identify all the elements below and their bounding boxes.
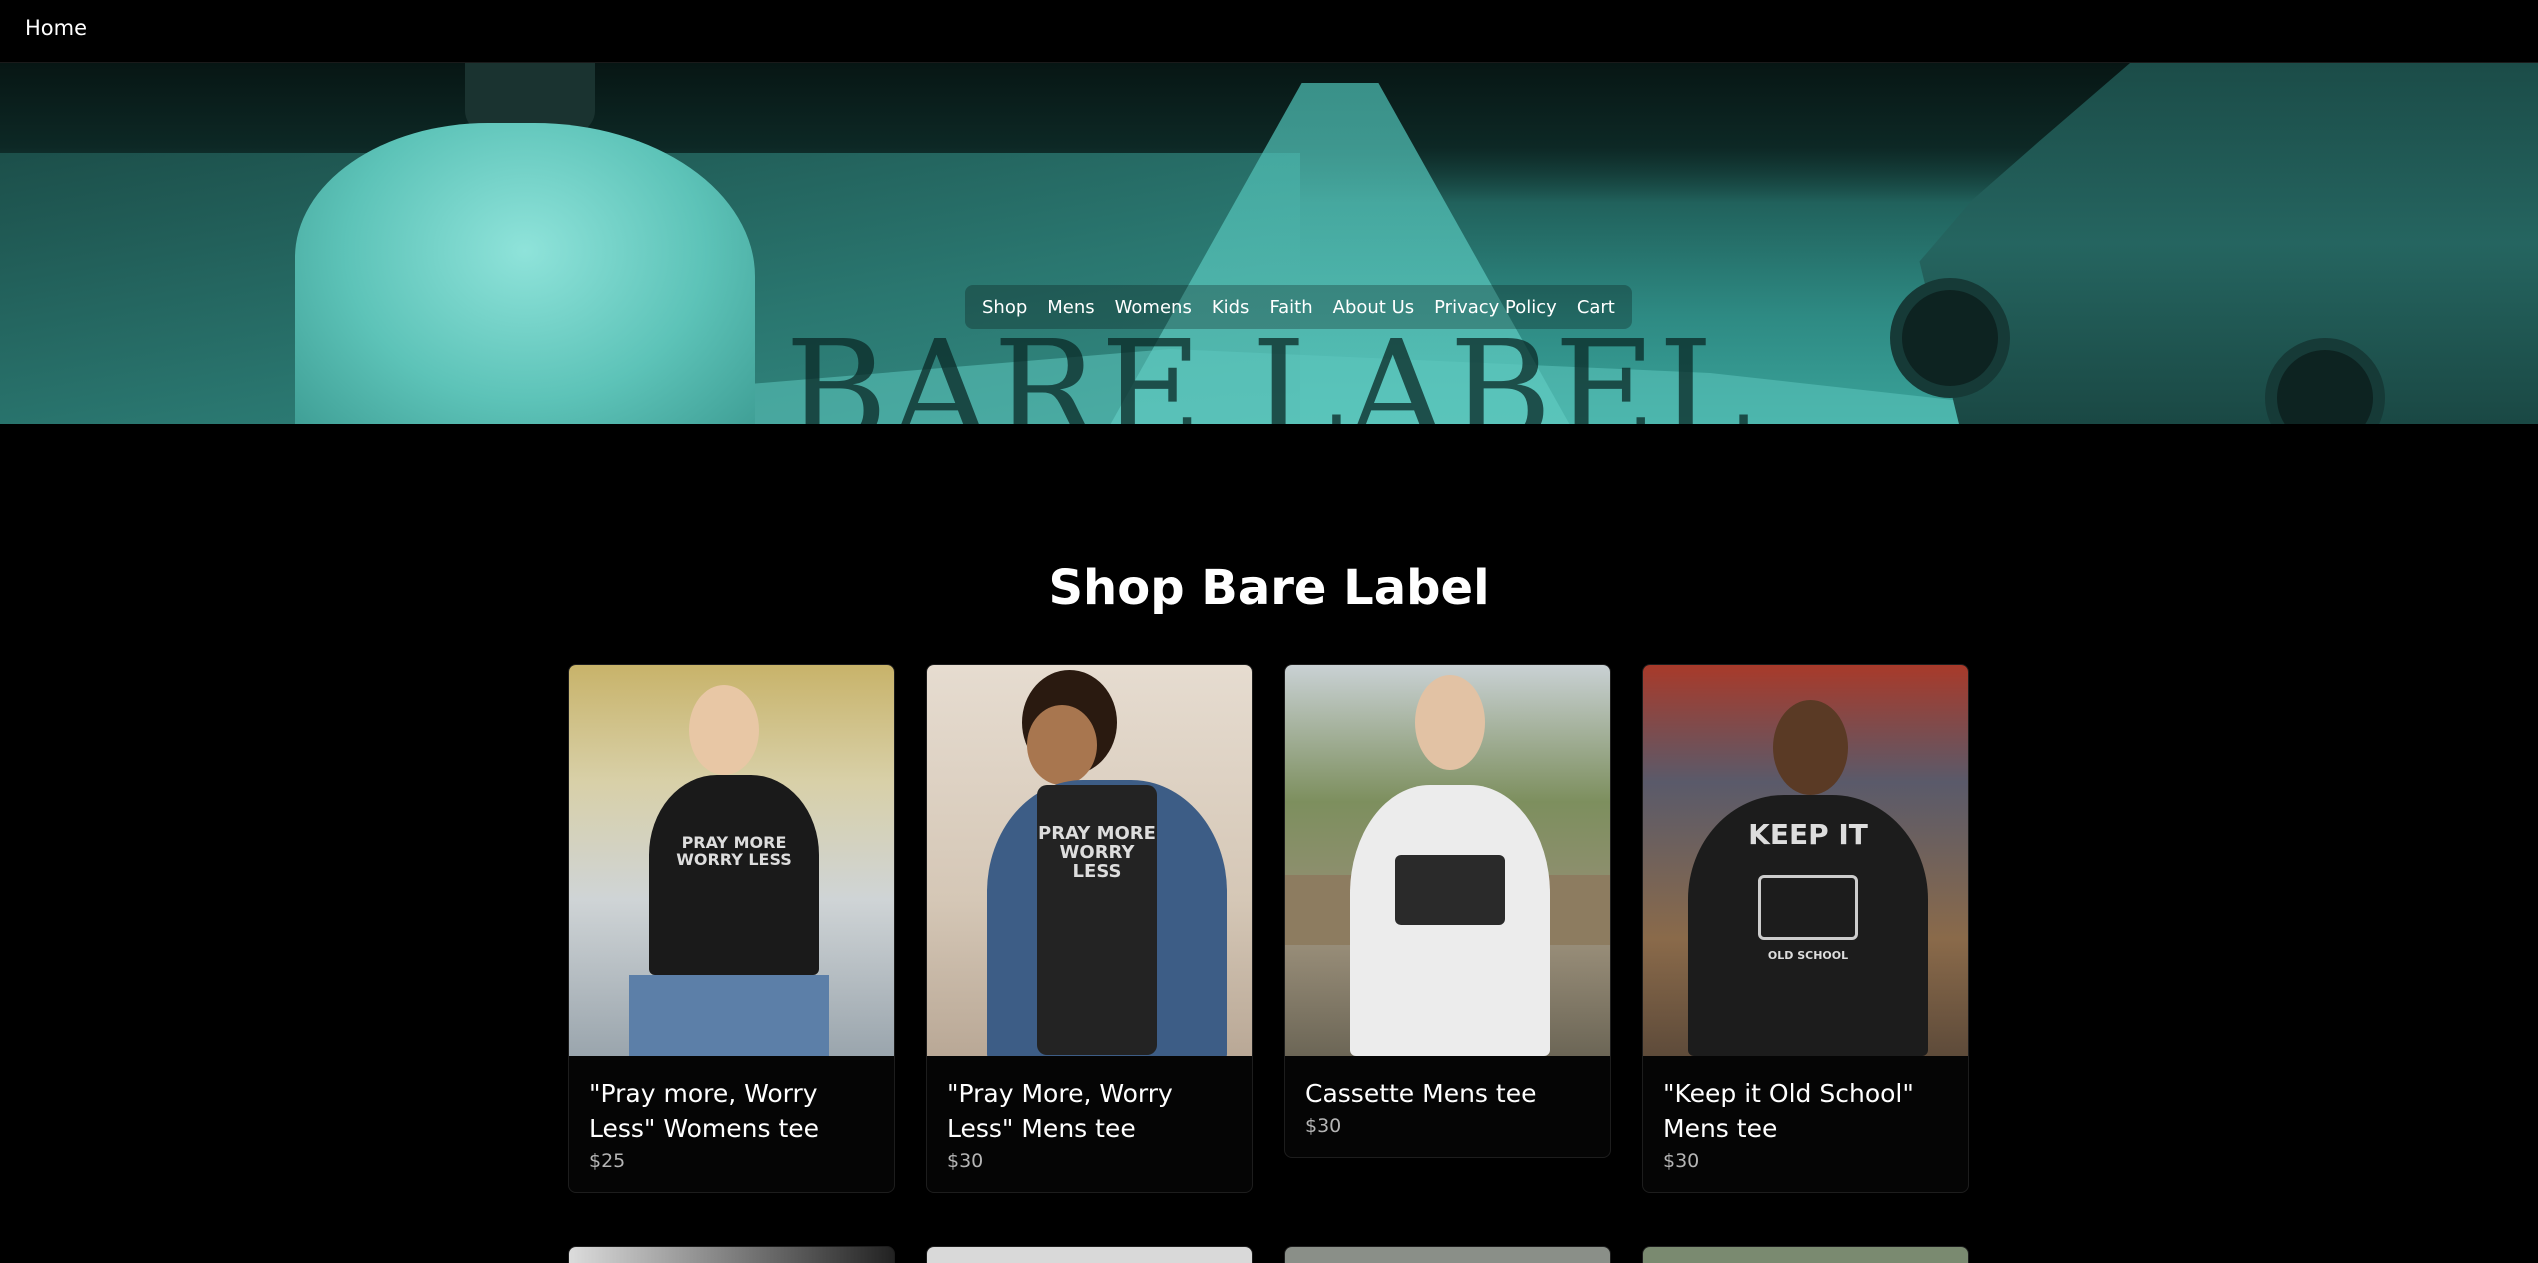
product-title[interactable]: "Keep it Old School" Mens tee [1663,1076,1948,1146]
product-tshirt [1350,785,1550,1056]
home-link[interactable]: Home [25,16,87,40]
shirt-print-text: PRAY MORE WORRY LESS [1038,823,1156,882]
product-card-peek[interactable] [926,1246,1253,1263]
brand-wordmark: BARE LABEL [784,311,1754,425]
product-price: $30 [1305,1115,1342,1137]
shirt-print-text: PRAY MORE WORRY LESS [676,833,792,869]
product-grid: PRAY MORE WORRY LESS "Pray more, Worry L… [568,664,1969,1193]
nav-cart[interactable]: Cart [1577,297,1615,318]
shirt-print-text: KEEP IT [1748,818,1868,851]
top-navbar: Home [0,0,2538,63]
nav-about-us[interactable]: About Us [1333,297,1415,318]
product-title[interactable]: "Pray more, Worry Less" Womens tee [589,1076,874,1146]
model-face [1027,705,1097,785]
nav-womens[interactable]: Womens [1115,297,1192,318]
product-image[interactable]: PRAY MORE WORRY LESS [927,665,1252,1056]
product-grid-row-2 [568,1246,1969,1263]
nav-privacy-policy[interactable]: Privacy Policy [1434,297,1557,318]
model-face [1773,700,1848,795]
boombox-icon [1758,875,1858,940]
product-tshirt: KEEP IT OLD SCHOOL [1688,795,1928,1056]
product-tshirt: PRAY MORE WORRY LESS [649,775,819,975]
product-image[interactable]: KEEP IT OLD SCHOOL [1643,665,1968,1056]
product-card-peek[interactable] [1284,1246,1611,1263]
nav-shop[interactable]: Shop [982,297,1027,318]
nav-mens[interactable]: Mens [1047,297,1094,318]
product-title[interactable]: "Pray More, Worry Less" Mens tee [947,1076,1232,1146]
model-face [689,685,759,775]
product-price: $30 [1663,1150,1700,1172]
product-image[interactable] [1285,665,1610,1056]
model-jeans [629,975,829,1056]
product-title[interactable]: Cassette Mens tee [1305,1076,1590,1111]
product-card-peek[interactable] [1642,1246,1969,1263]
product-card[interactable]: KEEP IT OLD SCHOOL "Keep it Old School" … [1642,664,1969,1193]
product-card-peek[interactable] [568,1246,895,1263]
cassette-icon [1395,855,1505,925]
product-card[interactable]: PRAY MORE WORRY LESS "Pray More, Worry L… [926,664,1253,1193]
nav-faith[interactable]: Faith [1269,297,1312,318]
product-tshirt: PRAY MORE WORRY LESS [1037,785,1157,1055]
model-face [1415,675,1485,770]
product-price: $30 [947,1150,984,1172]
section-title: Shop Bare Label [1048,560,1490,616]
product-image[interactable]: PRAY MORE WORRY LESS [569,665,894,1056]
product-card[interactable]: PRAY MORE WORRY LESS "Pray more, Worry L… [568,664,895,1193]
nav-kids[interactable]: Kids [1212,297,1250,318]
product-price: $25 [589,1150,626,1172]
hero-banner: BARE LABEL Shop Mens Womens Kids Faith A… [0,63,2538,424]
product-card[interactable]: Cassette Mens tee $30 [1284,664,1611,1158]
main-nav: Shop Mens Womens Kids Faith About Us Pri… [965,285,1632,329]
shirt-print-subtext: OLD SCHOOL [1767,949,1849,962]
